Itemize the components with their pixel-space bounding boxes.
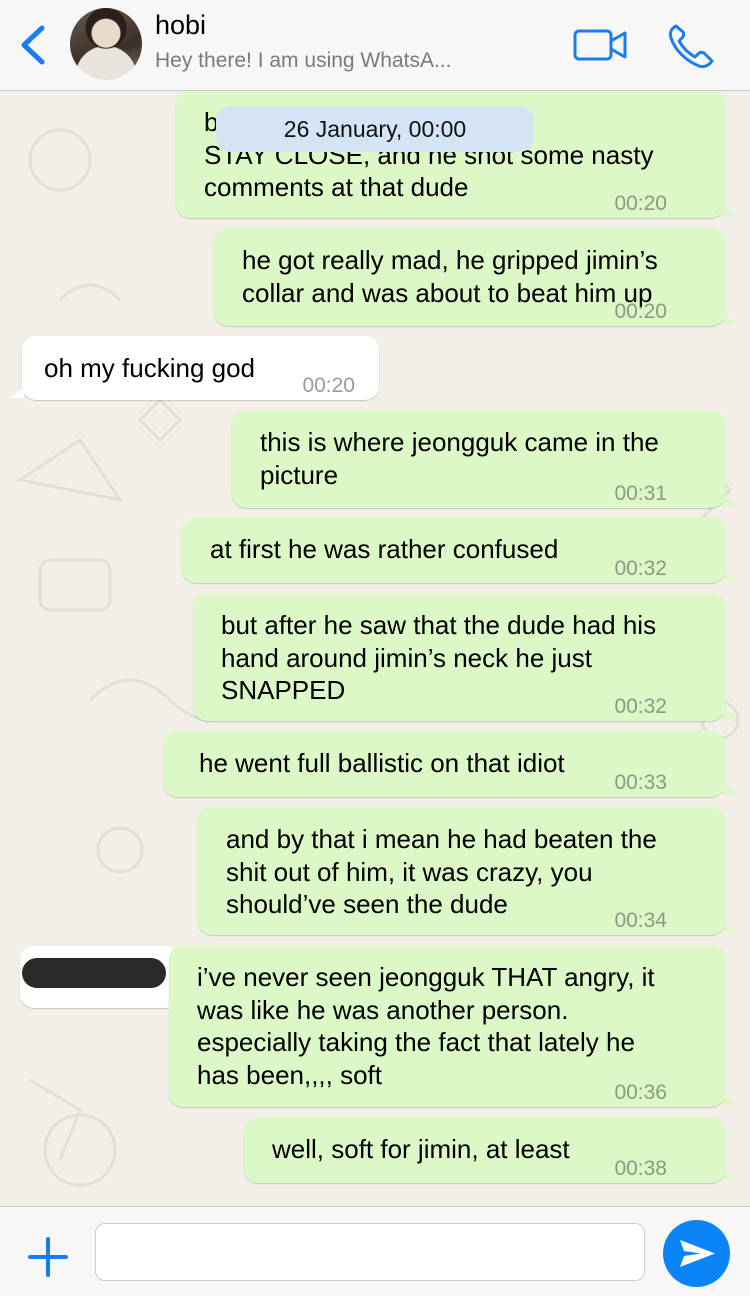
bubble-tail bbox=[723, 1171, 737, 1181]
message-text: but after he saw that the dude had his h… bbox=[221, 610, 657, 705]
bubble-tail bbox=[723, 1095, 737, 1105]
message-bubble[interactable]: he went full ballistic on that idiot 00:… bbox=[163, 731, 737, 797]
contact-avatar[interactable] bbox=[70, 8, 142, 80]
message-bubble[interactable]: this is where jeongguk came in the pictu… bbox=[232, 410, 737, 508]
message-input[interactable] bbox=[95, 1223, 645, 1281]
message-time: 00:32 bbox=[614, 695, 667, 718]
date-separator: 26 January, 00:00 bbox=[216, 106, 534, 152]
phone-icon[interactable] bbox=[666, 22, 716, 70]
message-bubble[interactable]: at first he was rather confused 00:32 bbox=[182, 517, 737, 583]
message-text: i’ve never seen jeongguk THAT angry, it … bbox=[197, 962, 655, 1090]
contact-name[interactable]: hobi bbox=[155, 10, 206, 41]
bubble-tail bbox=[10, 388, 24, 398]
message-time: 00:36 bbox=[614, 1081, 667, 1104]
bubble-tail bbox=[723, 923, 737, 933]
bubble-tail bbox=[723, 571, 737, 581]
message-time: 00:20 bbox=[614, 300, 667, 323]
message-bubble[interactable]: well, soft for jimin, at least 00:38 bbox=[244, 1117, 737, 1183]
plus-icon[interactable] bbox=[28, 1237, 68, 1277]
bubble-tail bbox=[723, 709, 737, 719]
message-time: 00:34 bbox=[614, 909, 667, 932]
bubble-tail bbox=[723, 496, 737, 506]
message-time: 00:20 bbox=[614, 192, 667, 215]
message-bubble[interactable]: but after he saw that the dude had his h… bbox=[193, 593, 737, 721]
contact-status[interactable]: Hey there! I am using WhatsA... bbox=[155, 49, 451, 73]
send-arrow-icon bbox=[680, 1240, 715, 1267]
message-time: 00:20 bbox=[302, 374, 355, 397]
message-bubble[interactable]: he got really mad, he gripped jimin’s co… bbox=[214, 228, 737, 326]
message-bubble-incoming[interactable]: oh my fucking god 00:20 bbox=[10, 336, 379, 400]
bubble-tail bbox=[723, 206, 737, 216]
bubble-tail bbox=[723, 314, 737, 324]
message-time: 00:31 bbox=[614, 482, 667, 505]
message-text: and by that i mean he had beaten the shi… bbox=[226, 824, 657, 919]
send-button[interactable] bbox=[663, 1220, 730, 1287]
redaction-bar bbox=[22, 958, 166, 988]
chat-header: hobi Hey there! I am using WhatsA... bbox=[0, 0, 750, 91]
input-bar bbox=[0, 1206, 750, 1296]
bubble-tail bbox=[723, 785, 737, 795]
message-bubble[interactable]: and by that i mean he had beaten the shi… bbox=[198, 807, 737, 935]
chevron-left-icon[interactable] bbox=[14, 22, 54, 68]
message-time: 00:38 bbox=[614, 1157, 667, 1180]
message-bubble[interactable]: i’ve never seen jeongguk THAT angry, it … bbox=[169, 945, 737, 1107]
video-camera-icon[interactable] bbox=[572, 26, 628, 64]
message-time: 00:32 bbox=[614, 557, 667, 580]
message-time: 00:33 bbox=[614, 771, 667, 794]
